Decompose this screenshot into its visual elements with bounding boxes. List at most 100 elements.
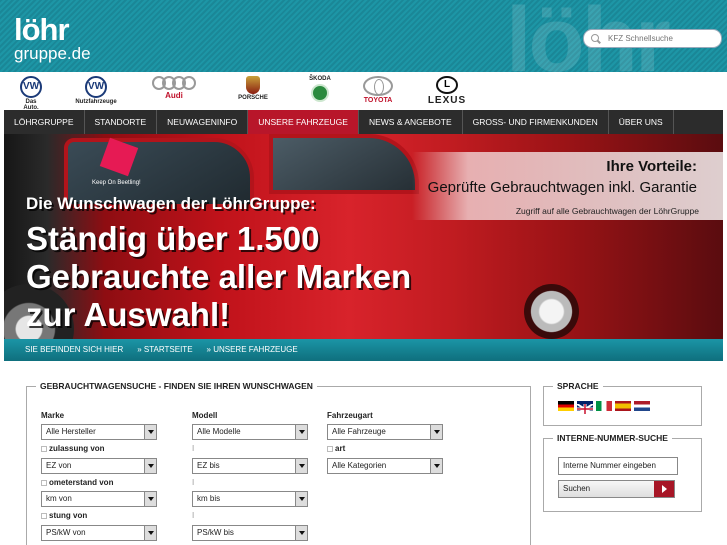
bauart-select[interactable]: Alle Kategorien	[327, 458, 443, 474]
km-bis-marker: I	[192, 478, 195, 487]
brand-caption: TOYOTA	[363, 97, 393, 104]
flag-italian-icon[interactable]	[596, 401, 612, 411]
audi-rings-icon	[148, 76, 200, 90]
arrow-right-icon	[654, 481, 674, 497]
modell-label: Modell	[192, 411, 218, 420]
ps-from-value: PS/kW von	[46, 528, 86, 537]
km-from-select[interactable]: km von	[41, 491, 157, 507]
car-sticker: Keep On Beetling!	[92, 180, 141, 186]
breadcrumb-startseite[interactable]: » STARTSEITE	[137, 339, 192, 361]
search-icon	[590, 33, 602, 45]
brand-lexus[interactable]: L LEXUS	[422, 76, 472, 106]
quick-search-input[interactable]	[608, 34, 718, 43]
ez-to-select[interactable]: EZ bis	[192, 458, 308, 474]
chevron-down-icon	[295, 526, 307, 540]
fahrzeugart-select[interactable]: Alle Fahrzeuge	[327, 424, 443, 440]
nav-standorte[interactable]: STANDORTE	[85, 110, 158, 134]
car-window	[269, 134, 419, 194]
modell-select[interactable]: Alle Modelle	[192, 424, 308, 440]
nav-loehrgruppe[interactable]: LÖHRGRUPPE	[4, 110, 85, 134]
brand-caption: ŠKODA	[309, 76, 331, 82]
quick-search	[583, 29, 722, 48]
km-label: ometerstand von	[49, 478, 114, 487]
toyota-logo-icon	[363, 76, 393, 96]
internal-number-input[interactable]: Interne Nummer eingeben	[558, 457, 678, 475]
internal-number-title: INTERNE-NUMMER-SUCHE	[553, 433, 672, 443]
ez-checkbox[interactable]	[41, 446, 47, 452]
nav-ueber-uns[interactable]: ÜBER UNS	[609, 110, 674, 134]
brand-caption: Audi	[165, 91, 183, 100]
marke-value: Alle Hersteller	[46, 427, 96, 436]
flag-dutch-icon[interactable]	[634, 401, 650, 411]
chevron-down-icon	[144, 459, 156, 473]
bauart-label: art	[335, 444, 346, 453]
headline-line: Gebrauchte aller Marken	[26, 258, 412, 295]
fahrzeugart-label: Fahrzeugart	[327, 411, 373, 420]
breadcrumb-unsere-fahrzeuge[interactable]: » UNSERE FAHRZEUGE	[207, 339, 298, 361]
ez-from-value: EZ von	[46, 461, 72, 470]
porsche-crest-icon	[246, 76, 260, 94]
vw-logo-icon: VW	[85, 76, 107, 98]
modell-value: Alle Modelle	[197, 427, 241, 436]
chevron-down-icon	[295, 492, 307, 506]
brand-bar: VW Das Auto. VW Nutzfahrzeuge Audi PORSC…	[0, 72, 727, 111]
ps-to-select[interactable]: PS/kW bis	[192, 525, 308, 541]
hero-headline: Die Wunschwagen der LöhrGruppe: Ständig …	[26, 194, 411, 334]
ps-checkbox[interactable]	[41, 513, 47, 519]
nav-neuwageninfo[interactable]: NEUWAGENINFO	[157, 110, 249, 134]
ps-to-value: PS/kW bis	[197, 528, 234, 537]
brand-porsche[interactable]: PORSCHE	[228, 76, 278, 101]
logo-line-1: löhr	[14, 12, 70, 47]
internal-search-button[interactable]: Suchen	[558, 480, 675, 498]
chevron-down-icon	[144, 492, 156, 506]
vorteile-note: Zugriff auf alle Gebrauchtwagen der Löhr…	[515, 206, 699, 216]
site-logo[interactable]: löhr gruppe.de	[14, 12, 91, 63]
fahrzeugart-value: Alle Fahrzeuge	[332, 427, 386, 436]
flag-english-icon[interactable]	[576, 401, 594, 415]
breadcrumb-label: SIE BEFINDEN SICH HIER	[25, 345, 124, 354]
bauart-checkbox[interactable]	[327, 446, 333, 452]
main-nav: LÖHRGRUPPE STANDORTE NEUWAGENINFO UNSERE…	[4, 110, 723, 134]
site-header: löhr löhr gruppe.de	[0, 0, 727, 72]
vw-logo-icon: VW	[20, 76, 42, 98]
language-title: SPRACHE	[553, 381, 603, 391]
language-box: SPRACHE	[543, 381, 702, 426]
marke-label: Marke	[41, 411, 65, 420]
brand-vw-nutzfahrzeuge[interactable]: VW Nutzfahrzeuge	[72, 76, 120, 105]
km-checkbox[interactable]	[41, 480, 47, 486]
marke-select[interactable]: Alle Hersteller	[41, 424, 157, 440]
nav-unsere-fahrzeuge[interactable]: UNSERE FAHRZEUGE	[248, 110, 359, 134]
internal-number-box: INTERNE-NUMMER-SUCHE Interne Nummer eing…	[543, 433, 702, 512]
brand-caption: PORSCHE	[238, 95, 268, 101]
km-to-select[interactable]: km bis	[192, 491, 308, 507]
ez-from-select[interactable]: EZ von	[41, 458, 157, 474]
chevron-down-icon	[430, 459, 442, 473]
chevron-down-icon	[295, 459, 307, 473]
headline-intro: Die Wunschwagen der LöhrGruppe:	[26, 194, 316, 213]
ez-label: zulassung von	[49, 444, 105, 453]
ps-label: stung von	[49, 511, 88, 520]
flag-spanish-icon[interactable]	[615, 401, 631, 411]
flag-german-icon[interactable]	[558, 401, 574, 411]
ez-bis-marker: I	[192, 444, 195, 453]
bauart-value: Alle Kategorien	[332, 461, 387, 470]
brand-caption: Nutzfahrzeuge	[75, 99, 117, 105]
chevron-down-icon	[144, 526, 156, 540]
nav-gross-firmenkunden[interactable]: GROSS- UND FIRMENKUNDEN	[463, 110, 609, 134]
internal-search-label: Suchen	[563, 484, 591, 493]
chevron-down-icon	[144, 425, 156, 439]
vorteile-subtitle: Geprüfte Gebrauchtwagen inkl. Garantie	[427, 179, 697, 196]
nav-news-angebote[interactable]: NEWS & ANGEBOTE	[359, 110, 463, 134]
vorteile-title: Ihre Vorteile:	[606, 158, 697, 175]
brand-toyota[interactable]: TOYOTA	[360, 76, 396, 104]
lexus-logo-icon: L	[436, 76, 458, 94]
brand-skoda[interactable]: ŠKODA	[305, 76, 335, 102]
brand-vw[interactable]: VW Das Auto.	[18, 76, 44, 111]
used-car-search: GEBRAUCHTWAGENSUCHE - FINDEN SIE IHREN W…	[26, 381, 531, 545]
hero-banner: Keep On Beetling! Ihre Vorteile: Geprüft…	[4, 134, 723, 339]
ps-bis-marker: I	[192, 511, 195, 520]
brand-audi[interactable]: Audi	[148, 76, 200, 100]
km-from-value: km von	[46, 494, 72, 503]
ps-from-select[interactable]: PS/kW von	[41, 525, 157, 541]
ez-to-value: EZ bis	[197, 461, 220, 470]
